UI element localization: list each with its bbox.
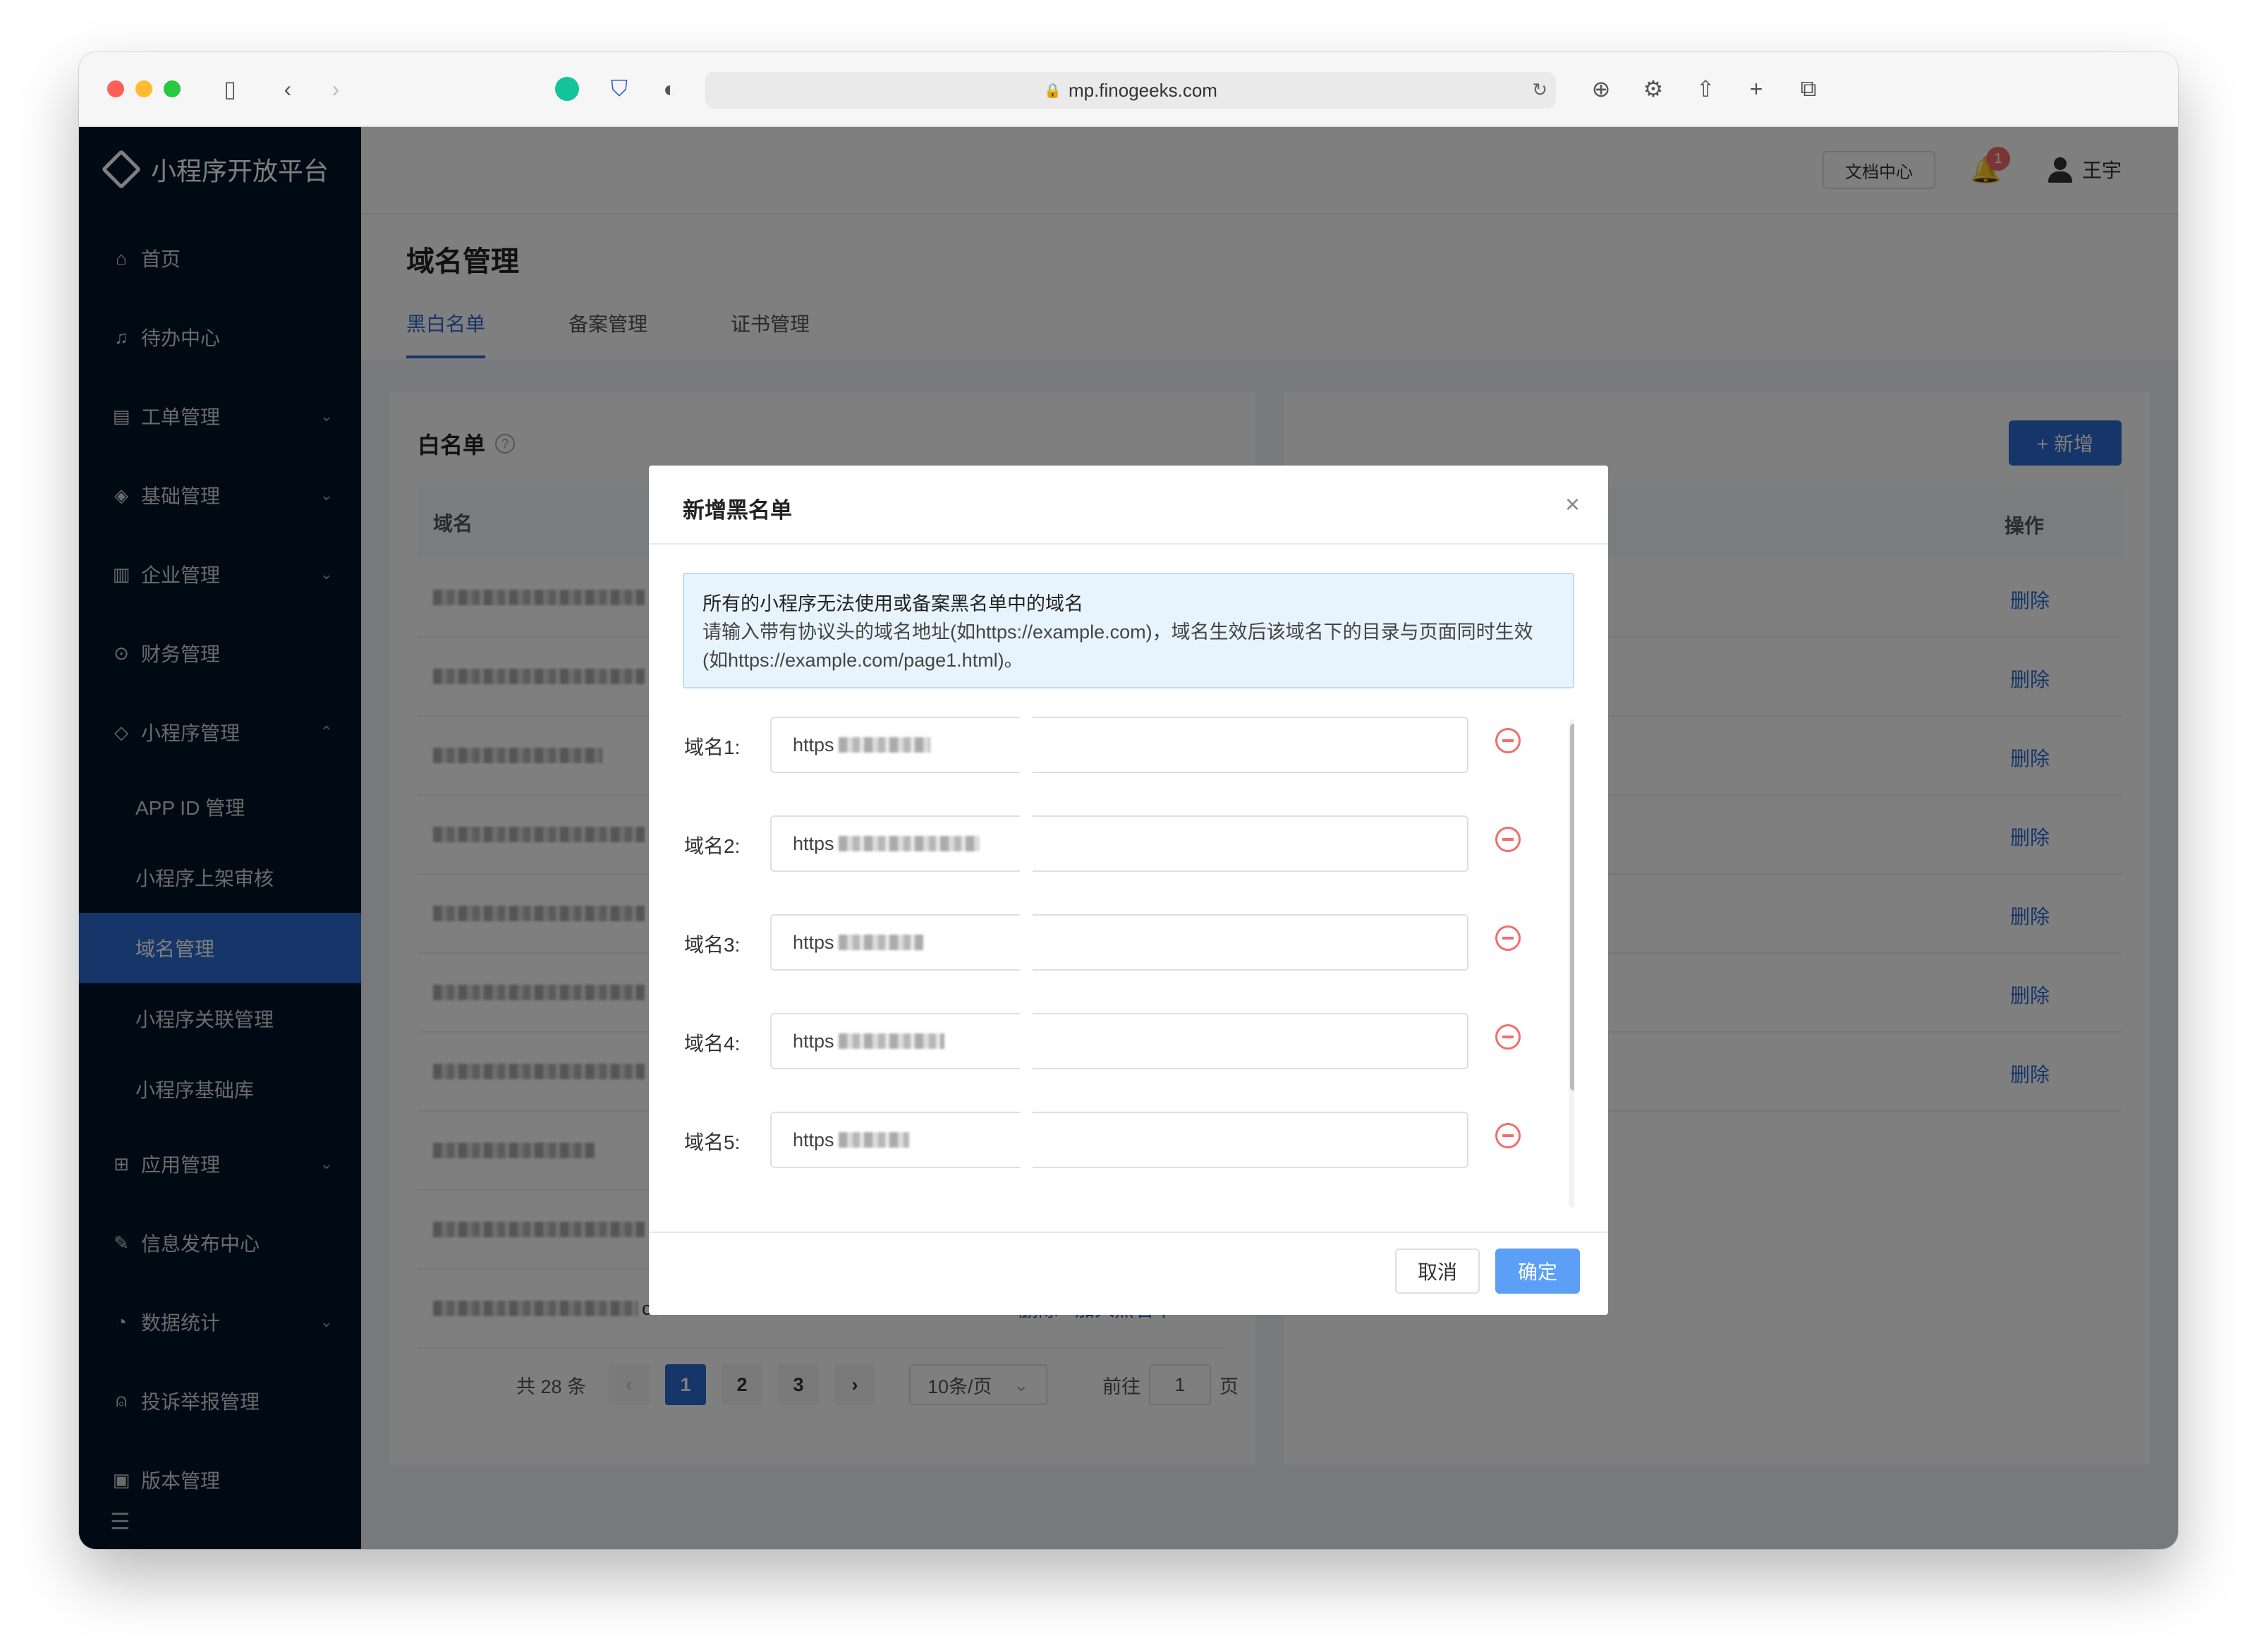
reload-icon[interactable]: ↻ <box>1532 79 1547 101</box>
redacted-domain <box>838 836 980 851</box>
remove-domain-icon[interactable] <box>1495 1024 1521 1050</box>
dialog-footer: 取消 确定 <box>649 1232 1608 1315</box>
domain-field-label: 域名4: <box>684 1033 741 1055</box>
domain-input[interactable]: https <box>770 1013 1468 1071</box>
input-gap <box>1020 717 1033 775</box>
privacy-extension-icon[interactable]: ◐ <box>655 73 686 104</box>
tab-overview-icon[interactable]: ⧉ <box>1793 73 1824 104</box>
domain-field-row: 域名1: https <box>683 717 1529 775</box>
domain-field-row: 域名5: https <box>683 1112 1529 1170</box>
remove-domain-icon[interactable] <box>1495 728 1521 753</box>
sidebar-toggle-icon[interactable]: ▯ <box>214 73 245 104</box>
cancel-button[interactable]: 取消 <box>1395 1249 1480 1294</box>
remove-domain-icon[interactable] <box>1495 1123 1521 1148</box>
domain-field-row: 域名2: https <box>683 815 1529 873</box>
grammarly-extension-icon[interactable] <box>552 73 583 104</box>
info-notice: 所有的小程序无法使用或备案黑名单中的域名 请输入带有协议头的域名地址(如http… <box>683 573 1574 688</box>
redacted-domain <box>838 737 930 753</box>
bitwarden-extension-icon[interactable]: ⛉ <box>604 73 635 104</box>
domain-input[interactable]: https <box>770 717 1468 775</box>
domain-input[interactable]: https <box>770 1112 1468 1170</box>
domain-input-value: https <box>793 1129 834 1150</box>
domain-input-value: https <box>793 1030 834 1052</box>
redacted-domain <box>838 1132 909 1148</box>
back-icon[interactable]: ‹ <box>272 73 303 104</box>
maximize-window-button[interactable] <box>164 80 181 97</box>
new-tab-icon[interactable]: + <box>1741 73 1772 104</box>
app-root: 小程序开放平台 ⌂首页 ♫待办中心 ▤工单管理⌄ ◈基础管理⌄ ▥企业管理⌄ ⊙… <box>79 127 2178 1549</box>
input-gap <box>1020 1112 1033 1170</box>
add-blacklist-dialog: 新增黑名单 × 所有的小程序无法使用或备案黑名单中的域名 请输入带有协议头的域名… <box>649 466 1608 1315</box>
close-icon[interactable]: × <box>1565 490 1580 519</box>
domain-fields-list: 域名1: https 域名2: https 域名3: https 域名4: ht… <box>683 717 1574 1210</box>
domain-field-label: 域名5: <box>684 1131 741 1153</box>
lock-icon: 🔒 <box>1044 83 1061 99</box>
domain-input-value: https <box>793 734 834 755</box>
dialog-title: 新增黑名单 <box>683 498 792 523</box>
domain-field-row: 域名3: https <box>683 914 1529 972</box>
scrollbar-thumb[interactable] <box>1570 724 1574 1091</box>
share-icon[interactable]: ⇧ <box>1690 73 1721 104</box>
domain-input[interactable]: https <box>770 914 1468 972</box>
domain-input-value: https <box>793 832 834 854</box>
notice-title: 所有的小程序无法使用或备案黑名单中的域名 <box>702 593 1083 614</box>
download-icon[interactable]: ⊕ <box>1586 73 1617 104</box>
redacted-domain <box>838 1033 944 1049</box>
domain-field-label: 域名3: <box>684 934 741 956</box>
domain-input-value: https <box>793 931 834 953</box>
minimize-window-button[interactable] <box>135 80 152 97</box>
notice-text: 请输入带有协议头的域名地址(如https://example.com)，域名生效… <box>702 621 1533 671</box>
remove-domain-icon[interactable] <box>1495 827 1521 852</box>
domain-field-label: 域名2: <box>684 835 741 857</box>
close-window-button[interactable] <box>107 80 124 97</box>
input-gap <box>1020 815 1033 873</box>
domain-input[interactable]: https <box>770 815 1468 873</box>
domain-field-row: 域名4: https <box>683 1013 1529 1071</box>
input-gap <box>1020 1013 1033 1071</box>
confirm-button[interactable]: 确定 <box>1495 1249 1580 1294</box>
input-gap <box>1020 914 1033 972</box>
redacted-domain <box>838 935 923 950</box>
browser-window: ▯ ‹ › ⛉ ◐ 🔒 mp.finogeeks.com ↻ ⊕ ⚙ ⇧ + ⧉… <box>79 52 2178 1549</box>
browser-toolbar: ▯ ‹ › ⛉ ◐ 🔒 mp.finogeeks.com ↻ ⊕ ⚙ ⇧ + ⧉ <box>79 52 2178 127</box>
dialog-header: 新增黑名单 × <box>649 466 1608 545</box>
forward-icon[interactable]: › <box>320 73 351 104</box>
domain-field-label: 域名1: <box>684 736 741 758</box>
gear-icon[interactable]: ⚙ <box>1638 73 1669 104</box>
remove-domain-icon[interactable] <box>1495 925 1521 951</box>
address-bar[interactable]: 🔒 mp.finogeeks.com ↻ <box>705 72 1556 109</box>
url-text: mp.finogeeks.com <box>1068 79 1217 101</box>
